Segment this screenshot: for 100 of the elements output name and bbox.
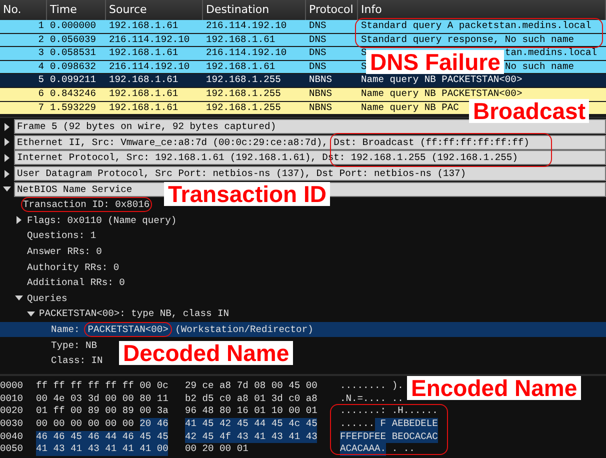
ascii-text: ...... <box>340 418 375 431</box>
table-cell: S <box>361 47 367 60</box>
hex-bytes: 29 ce a8 7d 08 00 45 00 <box>185 380 318 393</box>
table-cell-text: 192.168.1.255 <box>205 102 282 114</box>
table-cell: tan.medins.local <box>504 47 598 60</box>
hex-offset: 0020 <box>0 405 24 418</box>
caret-right-icon[interactable] <box>3 154 11 162</box>
table-cell-text: 216.114.192.10 <box>205 20 288 33</box>
caret-right-icon[interactable] <box>3 170 11 178</box>
caret-down-icon[interactable] <box>15 294 23 302</box>
table-cell: No such name <box>504 60 574 74</box>
table-cell-text: 0.099211 <box>49 74 98 87</box>
hex-bytes: 01 ff 00 89 00 89 00 3a <box>36 405 168 418</box>
table-cell-text: 3 <box>37 47 45 60</box>
hex-bytes: 00 4e 03 3d 00 00 80 11 <box>36 392 168 406</box>
table-cell-text: 2 <box>37 34 45 46</box>
table-cell-text: 192.168.1.61 <box>108 74 180 87</box>
table-cell-text: 6 <box>37 88 45 101</box>
table-cell-text: 1.593229 <box>49 102 98 114</box>
ascii-text: ........ ). <box>340 380 404 393</box>
table-cell-text: NBNS <box>308 74 334 87</box>
packet-row[interactable]: 6 0.843246 192.168.1.61 192.168.1.255 NBNS Name query NB PACKETSTAN<00> <box>0 88 606 102</box>
tree-item-text: Answer RRs: 0 <box>26 245 103 258</box>
hex-bytes: 00 00 00 00 00 00 <box>36 418 135 431</box>
table-cell-text: NBNS <box>308 88 334 101</box>
table-cell: Name query NB PAC <box>361 102 459 114</box>
table-cell-text: 192.168.1.61 <box>108 88 180 101</box>
table-cell: Standard query A packetstan.medins.local <box>361 20 592 33</box>
table-cell-text: 192.168.1.255 <box>205 88 282 101</box>
table-cell-text: 1 <box>37 20 45 33</box>
tree-item-text: User Datagram Protocol, Src Port: netbios-ns (137), Dst Port: netbios-ns (137) <box>14 166 606 182</box>
field-note: (Workstation/Redirector) <box>175 323 314 336</box>
table-cell-text: 0.843246 <box>49 88 98 101</box>
table-cell-text: 0.056039 <box>49 34 98 46</box>
tree-item-text: Transaction ID: 0x8016 <box>21 197 152 212</box>
table-cell-text: 216.114.192.10 <box>108 34 191 46</box>
tree-item-text: Flags: 0x0110 (Name query) <box>26 214 178 227</box>
field-value: PACKETSTAN<00> <box>84 322 172 338</box>
ascii-text: . .. <box>390 443 415 456</box>
tree-item-text: Type: NB <box>50 338 98 352</box>
hex-bytes: 96 48 80 16 01 10 00 01 <box>185 405 318 418</box>
annotation-label: DNS Failure <box>366 50 504 74</box>
table-cell-text: 0.098632 <box>49 60 98 74</box>
table-cell-text: DNS <box>308 60 328 74</box>
table-cell: Standard query response, No such name <box>361 34 574 46</box>
table-cell-text: 0.058531 <box>49 47 98 60</box>
tree-item-text: PACKETSTAN<00>: type NB, class IN <box>38 307 230 320</box>
tree-item-text: Questions: 1 <box>26 229 98 242</box>
table-cell-text: 192.168.1.255 <box>205 74 282 87</box>
selected-tree-row[interactable]: Name: PACKETSTAN<00> (Workstation/Redirector) <box>0 322 606 338</box>
hex-bytes: 20 46 <box>140 418 168 431</box>
tree-item-text: Ethernet II, Src: Vmware_ce:a8:7d (00:0c:29:ce:a8:7d), Dst: Broadcast (ff:ff:ff:ff:ff:ff) <box>14 134 606 150</box>
packet-row[interactable]: 5 0.099211 192.168.1.61 192.168.1.255 NBNS Name query NB PACKETSTAN<00> <box>0 74 606 88</box>
caret-down-icon[interactable] <box>3 185 11 194</box>
hex-bytes: 42 45 4f 43 41 43 41 43 <box>185 430 318 444</box>
tree-item-text: Queries <box>26 292 68 305</box>
hex-offset: 0050 <box>0 443 24 456</box>
hex-offset: 0010 <box>0 392 24 406</box>
ascii-text: .......: .H...... <box>340 405 438 418</box>
tree-item-text: Additional RRs: 0 <box>26 276 126 290</box>
hex-offset: 0030 <box>0 418 24 431</box>
caret-right-icon[interactable] <box>15 216 23 224</box>
annotation-label: Transaction ID <box>164 182 330 206</box>
ascii-text: ACACAAA. <box>340 443 386 456</box>
table-cell-text: 4 <box>37 60 45 74</box>
table-cell-text: 216.114.192.10 <box>205 47 288 60</box>
hex-offset: 0040 <box>0 430 24 444</box>
hex-bytes: 46 46 45 46 44 46 45 45 <box>36 430 168 444</box>
annotation-label: Broadcast <box>469 99 590 123</box>
annotation-label: Encoded Name <box>407 376 582 400</box>
table-cell: S <box>361 60 367 74</box>
table-cell-text: 192.168.1.61 <box>108 102 180 114</box>
table-cell-text: 7 <box>37 102 45 114</box>
table-cell-text: NBNS <box>308 102 334 114</box>
hex-bytes: 41 45 42 45 44 45 4c 45 <box>185 418 318 431</box>
hex-bytes: 00 20 00 01 <box>185 443 248 456</box>
table-cell: Name query NB PACKETSTAN<00> <box>361 74 522 87</box>
tree-item-text: Authority RRs: 0 <box>26 260 120 274</box>
table-cell-text: 5 <box>37 74 45 87</box>
packet-row[interactable]: 1 0.000000 192.168.1.61 216.114.192.10 DNS Standard query A packetstan.medins.local <box>0 20 606 34</box>
table-cell-text: 192.168.1.61 <box>108 47 180 60</box>
hex-offset: 0000 <box>0 380 24 393</box>
hex-bytes: 41 43 41 43 41 41 41 00 <box>36 443 168 456</box>
tree-item-text: Class: IN <box>50 354 104 368</box>
table-cell-text: 216.114.192.10 <box>108 60 191 74</box>
tree-item-text: Frame 5 (92 bytes on wire, 92 bytes captured) <box>14 119 606 134</box>
caret-right-icon[interactable] <box>3 138 11 146</box>
packet-row[interactable]: 2 0.056039 216.114.192.10 192.168.1.61 DNS Standard query response, No such name <box>0 34 606 48</box>
ascii-text: FFEFDFEE BEOCACAC <box>340 430 438 444</box>
ascii-text: F AEBEDELE <box>374 418 438 431</box>
table-cell-text: 192.168.1.61 <box>205 60 276 74</box>
table-cell-text: 192.168.1.61 <box>205 34 276 46</box>
hex-bytes: b2 d5 c0 a8 01 3d c0 a8 <box>185 392 318 406</box>
tree-item-text: Name: <box>50 323 81 336</box>
table-cell-text: 192.168.1.61 <box>108 20 180 33</box>
table-cell-text: DNS <box>308 47 328 60</box>
annotation-label: Decoded Name <box>119 341 294 365</box>
table-cell-text: 0.000000 <box>49 20 98 33</box>
caret-down-icon[interactable] <box>27 310 35 318</box>
caret-right-icon[interactable] <box>3 122 11 131</box>
